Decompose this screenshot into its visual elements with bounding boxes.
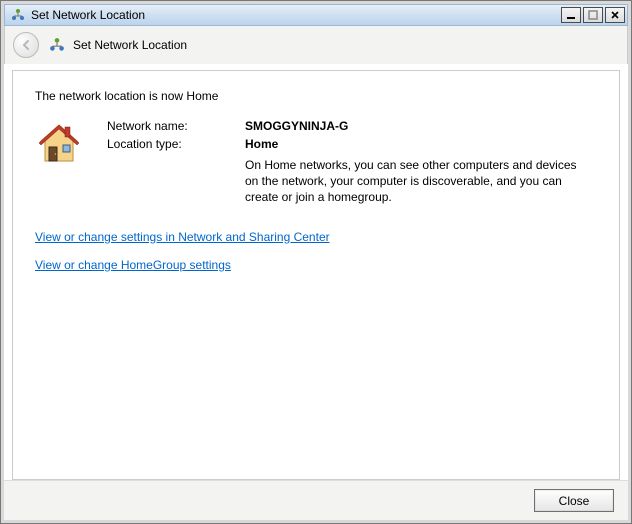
location-description: On Home networks, you can see other comp…	[245, 155, 585, 206]
wizard-title: Set Network Location	[73, 38, 187, 52]
window-frame: Set Network Location	[0, 0, 632, 524]
wizard-header: Set Network Location	[4, 26, 628, 64]
network-location-icon	[11, 8, 25, 22]
homegroup-settings-link[interactable]: View or change HomeGroup settings	[35, 258, 231, 272]
location-type-label: Location type:	[107, 137, 237, 151]
close-window-button[interactable]	[605, 7, 625, 23]
minimize-button[interactable]	[561, 7, 581, 23]
footer: Close	[4, 480, 628, 520]
home-network-icon	[35, 119, 83, 167]
back-button[interactable]	[13, 32, 39, 58]
close-button[interactable]: Close	[534, 489, 614, 512]
titlebar[interactable]: Set Network Location	[4, 4, 628, 26]
maximize-button[interactable]	[583, 7, 603, 23]
network-name-value: SMOGGYNINJA-G	[245, 119, 585, 133]
window-title: Set Network Location	[31, 8, 561, 22]
content-area: The network location is now Home Network…	[12, 70, 620, 480]
network-name-label: Network name:	[107, 119, 237, 133]
page-heading: The network location is now Home	[35, 89, 597, 103]
network-sharing-center-link[interactable]: View or change settings in Network and S…	[35, 230, 330, 244]
network-location-icon	[49, 37, 65, 53]
location-type-value: Home	[245, 137, 585, 151]
